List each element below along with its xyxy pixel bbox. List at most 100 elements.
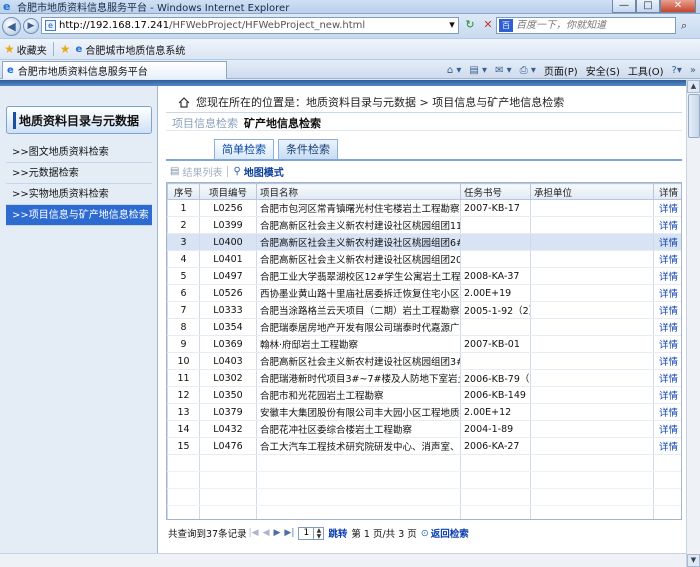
- scroll-thumb[interactable]: [688, 94, 700, 138]
- browser-tab[interactable]: e 合肥市地质资料信息服务平台: [2, 61, 227, 79]
- scroll-up-icon[interactable]: ▲: [687, 80, 700, 93]
- safety-menu[interactable]: 安全(S): [586, 63, 620, 78]
- horizontal-scrollbar[interactable]: [0, 553, 686, 567]
- cell-task-number: 2005-1-92（2）: [460, 301, 531, 319]
- first-page-icon[interactable]: |◀: [249, 528, 259, 538]
- table-row[interactable]: 7L0333合肥当涂路格兰云天项目（二期）岩土工程勘察2005-1-92（2） 详…: [167, 301, 681, 319]
- jump-button[interactable]: 跳转: [328, 526, 347, 540]
- mail-icon[interactable]: ✉ ▾: [495, 65, 512, 76]
- table-row[interactable]: 6L0526西协墨业黄山路十里庙社居委拆迁恢复住宅小区岩土工2.00E+19 详情: [167, 284, 681, 302]
- table-row[interactable]: 10L0403合肥高新区社会主义新农村建设社区桃园组团3#楼岩土 详情: [167, 352, 681, 370]
- empty-cell: [653, 505, 681, 519]
- detail-link[interactable]: 详情: [653, 199, 681, 217]
- back-button[interactable]: ◀: [2, 16, 21, 36]
- tab-condition-search[interactable]: 条件检索: [278, 139, 338, 159]
- cell-unit: [530, 216, 654, 234]
- favorite-item-link[interactable]: 合肥城市地质信息系统: [85, 42, 185, 57]
- vertical-scrollbar[interactable]: ▲ ▼: [686, 80, 700, 567]
- detail-link[interactable]: 详情: [653, 437, 681, 455]
- detail-link[interactable]: 详情: [653, 301, 681, 319]
- search-input[interactable]: [516, 20, 666, 31]
- dropdown-arrow-icon[interactable]: ▾: [445, 18, 459, 31]
- feeds-icon[interactable]: ▤ ▾: [469, 65, 487, 76]
- page-spinner[interactable]: ▲ ▼: [314, 526, 325, 540]
- sidebar-item-physical-search[interactable]: >>实物地质资料检索: [6, 184, 152, 205]
- table-row[interactable]: 11L0302合肥瑞港新时代项目3#~7#楼及人防地下室岩土工程勘2006-KB…: [167, 369, 681, 387]
- column-header-unit[interactable]: 承担单位: [530, 183, 654, 200]
- detail-link[interactable]: 详情: [653, 318, 681, 336]
- forward-button[interactable]: ▶: [23, 18, 39, 34]
- last-page-icon[interactable]: ▶|: [284, 528, 294, 538]
- refresh-icon[interactable]: ↻: [463, 18, 477, 31]
- table-row[interactable]: 3L0400合肥高新区社会主义新农村建设社区桃园组团6#楼岩土 详情: [167, 233, 681, 251]
- cell-index: 14: [167, 420, 200, 438]
- table-row[interactable]: 15L0476合工大汽车工程技术研究院研发中心、消声室、造型室2006-KA-2…: [167, 437, 681, 455]
- url-field[interactable]: e http://192.168.17.241/HFWebProject/HFW…: [41, 17, 459, 34]
- column-header-task-number[interactable]: 任务书号: [460, 183, 531, 200]
- sidebar-item-metadata-search[interactable]: >>元数据检索: [6, 163, 152, 184]
- column-header-project-name[interactable]: 项目名称: [256, 183, 461, 200]
- table-row[interactable]: 5 L0497 合肥工业大学翡翠湖校区12#学生公寓岩土工程勘察 2008-KA-37…: [167, 267, 681, 285]
- detail-link[interactable]: 详情: [653, 216, 681, 234]
- detail-link[interactable]: 详情: [653, 250, 681, 268]
- add-favorite-icon[interactable]: ★: [60, 42, 71, 56]
- detail-link[interactable]: 详情: [653, 420, 681, 438]
- page-menu[interactable]: 页面(P): [544, 63, 578, 78]
- detail-link[interactable]: 详情: [653, 386, 681, 404]
- divider: [166, 112, 682, 113]
- maximize-button[interactable]: □: [636, 0, 660, 13]
- detail-link[interactable]: 详情: [653, 369, 681, 387]
- detail-link[interactable]: 详情: [653, 352, 681, 370]
- sidebar-item-text-search[interactable]: >>图文地质资料检索: [6, 142, 152, 163]
- cell-project-name: 合肥市包河区常青镇曙光村住宅楼岩土工程勘察: [256, 199, 461, 217]
- command-bar: e 合肥市地质资料信息服务平台 ⌂ ▾ ▤ ▾ ✉ ▾ ⎙ ▾ 页面(P) 安全…: [0, 59, 700, 79]
- sidebar-item-project-mineral-search[interactable]: >>项目信息与矿产地信息检索: [6, 205, 152, 226]
- next-page-icon[interactable]: ▶: [273, 528, 280, 538]
- address-bar: ◀ ▶ e http://192.168.17.241/HFWebProject…: [0, 14, 700, 38]
- search-icon[interactable]: ⌕: [681, 19, 687, 33]
- stop-icon[interactable]: ✕: [481, 18, 495, 31]
- help-icon[interactable]: ?▾: [672, 65, 682, 76]
- cell-index: 1: [167, 199, 200, 217]
- home-icon[interactable]: ⌂ ▾: [447, 65, 462, 76]
- table-row[interactable]: 13 L0379 安徽丰大集团股份有限公司丰大园小区工程地质勘察 2.00E+12 详情: [167, 403, 681, 421]
- cell-project-name: 合肥高新区社会主义新农村建设社区桃园组团6#楼岩土: [256, 233, 461, 251]
- chevron-right-icon[interactable]: »: [690, 65, 696, 76]
- minimize-button[interactable]: —: [612, 0, 636, 13]
- column-header-project-id[interactable]: 项目编号: [199, 183, 257, 200]
- table-row[interactable]: 4L0401合肥高新区社会主义新农村建设社区桃园组团20#楼岩土 详情: [167, 250, 681, 268]
- return-search-button[interactable]: 返回检索: [431, 526, 469, 540]
- map-mode-button[interactable]: 地图模式: [244, 164, 284, 179]
- cell-index: 4: [167, 250, 200, 268]
- detail-link[interactable]: 详情: [653, 233, 681, 251]
- favorites-star-icon[interactable]: ★: [4, 42, 15, 56]
- table-row[interactable]: 14 L0432 合肥花冲社区委综合楼岩土工程勘察 2004-1-89 详情: [167, 420, 681, 438]
- table-row[interactable]: 9 L0369 翰林·府邸岩土工程勘察 2007-KB-01 详情: [167, 335, 681, 353]
- scroll-down-icon[interactable]: ▼: [687, 554, 700, 567]
- table-row[interactable]: 1 L0256 合肥市包河区常青镇曙光村住宅楼岩土工程勘察 2007-KB-17 详情: [167, 199, 681, 217]
- cell-index: 6: [167, 284, 200, 302]
- detail-link[interactable]: 详情: [653, 403, 681, 421]
- prev-page-icon[interactable]: ◀: [263, 528, 270, 538]
- close-button[interactable]: ✕: [660, 0, 696, 13]
- favorites-label[interactable]: 收藏夹: [17, 42, 47, 57]
- detail-link[interactable]: 详情: [653, 284, 681, 302]
- search-box[interactable]: 百: [496, 17, 676, 34]
- baidu-icon: 百: [499, 19, 513, 32]
- table-row[interactable]: 2L0399合肥高新区社会主义新农村建设社区桃园组团11#楼岩土 详情: [167, 216, 681, 234]
- column-header-index[interactable]: 序号: [167, 183, 200, 200]
- sidebar-header: 地质资料目录与元数据: [6, 106, 152, 134]
- detail-link[interactable]: 详情: [653, 267, 681, 285]
- table-row[interactable]: 8L0354合肥瑞泰居房地产开发有限公司瑞泰时代嘉源广场瑞泰 详情: [167, 318, 681, 336]
- print-icon[interactable]: ⎙ ▾: [520, 65, 536, 76]
- table-row[interactable]: 12 L0350 合肥市和光花园岩土工程勘察 2006-KB-149 详情: [167, 386, 681, 404]
- column-header-detail[interactable]: 详情: [653, 183, 681, 200]
- cell-project-id: L0497: [199, 267, 257, 285]
- detail-link[interactable]: 详情: [653, 335, 681, 353]
- tab-simple-search[interactable]: 简单检索: [214, 139, 274, 159]
- cell-project-id: L0302: [199, 369, 257, 387]
- result-list-button[interactable]: 结果列表: [182, 164, 222, 179]
- tools-menu[interactable]: 工具(O): [628, 63, 664, 78]
- project-info-search-link[interactable]: 项目信息检索: [172, 115, 238, 131]
- page-number-input[interactable]: [298, 526, 315, 540]
